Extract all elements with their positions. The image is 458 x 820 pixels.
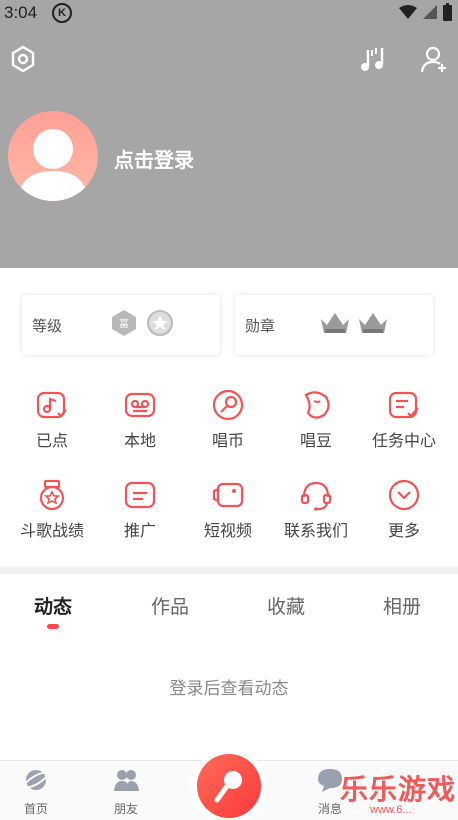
signal-icon bbox=[423, 5, 437, 19]
grid-label: 更多 bbox=[387, 523, 420, 540]
tab-album[interactable]: 相册 bbox=[362, 592, 442, 619]
nav-home[interactable]: 首页 bbox=[6, 767, 66, 817]
level-card[interactable]: 等级 富 bbox=[22, 295, 220, 355]
promote-icon bbox=[124, 481, 156, 509]
grid-item-tasks[interactable]: 任务中心 bbox=[360, 389, 448, 451]
tab-works[interactable]: 作品 bbox=[130, 592, 210, 619]
video-icon bbox=[212, 482, 244, 508]
grid-label: 任务中心 bbox=[371, 433, 436, 450]
tab-indicator bbox=[47, 624, 59, 629]
grid-label: 短视频 bbox=[203, 523, 252, 540]
grid-label: 本地 bbox=[123, 433, 156, 450]
grid-item-bean[interactable]: 唱豆 bbox=[272, 389, 360, 451]
level-label: 等级 bbox=[32, 318, 63, 335]
grid-label: 唱币 bbox=[211, 433, 244, 450]
grid-item-coin[interactable]: 唱币 bbox=[184, 389, 272, 451]
profile-header: 3:04 K 点击登录 bbox=[0, 0, 458, 268]
status-right bbox=[399, 3, 452, 21]
watermark-url: www.6... bbox=[370, 804, 412, 816]
wealth-badge-text: 富 bbox=[119, 317, 129, 330]
grid-item-battle[interactable]: 斗歌战绩 bbox=[8, 479, 96, 541]
wealth-badge-icon: 富 bbox=[112, 310, 136, 336]
default-avatar-icon bbox=[18, 129, 88, 201]
bean-icon bbox=[304, 391, 330, 419]
wifi-icon bbox=[399, 5, 417, 19]
content-tabs: 动态 作品 收藏 相册 登录后查看动态 bbox=[0, 574, 458, 760]
nav-label: 朋友 bbox=[113, 802, 138, 816]
grid-label: 唱豆 bbox=[299, 433, 332, 450]
sing-button[interactable] bbox=[197, 754, 261, 818]
friends-icon bbox=[114, 770, 139, 791]
task-icon bbox=[388, 391, 419, 419]
grid-item-promote[interactable]: 推广 bbox=[96, 479, 184, 541]
grid-item-contact[interactable]: 联系我们 bbox=[272, 479, 360, 541]
crown-medal-icon-2 bbox=[359, 313, 387, 333]
grid-label: 斗歌战绩 bbox=[19, 523, 84, 540]
avatar[interactable] bbox=[8, 111, 98, 201]
medal-card[interactable]: 勋章 bbox=[235, 295, 433, 355]
grid-label: 已点 bbox=[35, 433, 68, 450]
crown-medal-icon bbox=[321, 313, 349, 333]
star-badge-icon bbox=[147, 310, 173, 336]
empty-state-text: 登录后查看动态 bbox=[169, 679, 289, 698]
grid-label: 推广 bbox=[123, 523, 156, 540]
grid-item-local[interactable]: 本地 bbox=[96, 389, 184, 451]
grid-item-more[interactable]: 更多 bbox=[360, 479, 448, 541]
nav-label: 首页 bbox=[23, 802, 48, 816]
music-icon[interactable] bbox=[360, 44, 390, 74]
grid-item-video[interactable]: 短视频 bbox=[184, 479, 272, 541]
watermark-logo: 乐乐游戏 bbox=[340, 774, 457, 805]
coin-icon bbox=[212, 389, 244, 421]
music-note-icon bbox=[36, 391, 67, 419]
medal-icon bbox=[39, 479, 65, 511]
medal-label: 勋章 bbox=[245, 318, 276, 335]
tab-favorites[interactable]: 收藏 bbox=[246, 592, 326, 619]
battery-icon bbox=[443, 3, 452, 21]
tab-dynamics[interactable]: 动态 bbox=[13, 592, 93, 619]
app-k-icon: K bbox=[52, 3, 72, 23]
nav-friends[interactable]: 朋友 bbox=[96, 767, 156, 817]
headset-icon bbox=[300, 481, 332, 511]
planet-icon bbox=[23, 770, 49, 790]
grid-item-played[interactable]: 已点 bbox=[8, 389, 96, 451]
status-bar: 3:04 K bbox=[0, 0, 458, 26]
add-user-icon[interactable] bbox=[420, 44, 450, 74]
chevron-down-icon bbox=[388, 479, 420, 511]
settings-icon[interactable] bbox=[8, 44, 38, 74]
status-time: 3:04 bbox=[4, 3, 38, 22]
grid-label: 联系我们 bbox=[283, 523, 348, 540]
cassette-icon bbox=[124, 392, 156, 418]
microphone-icon bbox=[214, 771, 242, 803]
login-link[interactable]: 点击登录 bbox=[114, 144, 194, 173]
